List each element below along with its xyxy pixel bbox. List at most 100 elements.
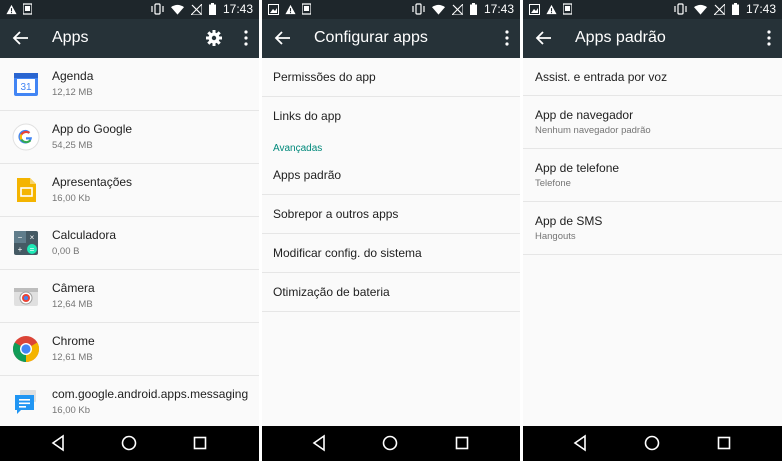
status-bar: 17:43 (523, 0, 782, 19)
no-signal-icon (451, 3, 463, 15)
app-item-calculadora[interactable]: − × + = Calculadora 0,00 B (0, 217, 259, 270)
wifi-icon (170, 4, 184, 15)
app-size: 16,00 Kb (52, 405, 91, 416)
more-options-icon[interactable] (504, 29, 510, 47)
app-size: 16,00 Kb (52, 193, 91, 204)
section-header-advanced: Avançadas (262, 136, 520, 156)
nav-back-icon[interactable] (571, 434, 589, 452)
app-item-camera[interactable]: Câmera 12,64 MB (0, 270, 259, 323)
calculator-icon: − × + = (14, 231, 38, 255)
warning-icon (546, 4, 557, 14)
item-value: Hangouts (535, 231, 576, 242)
nav-recents-icon[interactable] (191, 434, 209, 452)
item-assist-voice-input[interactable]: Assist. e entrada por voz (523, 58, 782, 96)
item-label: App de navegador (535, 108, 634, 122)
calendar-icon: 31 (14, 73, 38, 96)
nav-bar (0, 426, 259, 461)
item-label: Links do app (273, 109, 342, 123)
default-apps-list: Assist. e entrada por voz App de navegad… (523, 58, 782, 426)
battery-icon (208, 3, 216, 15)
page-title: Configurar apps (314, 29, 428, 46)
warning-icon (285, 4, 296, 14)
item-phone-app[interactable]: App de telefone Telefone (523, 149, 782, 202)
wifi-icon (431, 4, 445, 15)
back-arrow-icon[interactable] (274, 29, 292, 47)
item-modify-system-settings[interactable]: Modificar config. do sistema (262, 234, 520, 273)
item-browser-app[interactable]: App de navegador Nenhum navegador padrão (523, 96, 782, 149)
more-options-icon[interactable] (243, 29, 249, 47)
app-name: Câmera (52, 281, 95, 295)
item-label: Otimização de bateria (273, 285, 390, 299)
item-value: Telefone (535, 178, 571, 189)
app-size: 0,00 B (52, 246, 80, 257)
battery-icon (469, 3, 477, 15)
wifi-icon (693, 4, 707, 15)
app-item-messaging[interactable]: com.google.android.apps.messaging 16,00 … (0, 376, 259, 426)
app-size: 54,25 MB (52, 140, 93, 151)
image-icon (268, 3, 279, 15)
app-name: Agenda (52, 69, 94, 83)
more-options-icon[interactable] (766, 29, 772, 47)
item-label: Assist. e entrada por voz (535, 70, 668, 84)
nav-recents-icon[interactable] (715, 434, 733, 452)
item-default-apps[interactable]: Apps padrão (262, 156, 520, 195)
nav-back-icon[interactable] (310, 434, 328, 452)
google-icon (12, 123, 40, 151)
nav-back-icon[interactable] (49, 434, 67, 452)
nav-home-icon[interactable] (120, 434, 138, 452)
app-item-google[interactable]: App do Google 54,25 MB (0, 111, 259, 164)
app-item-chrome[interactable]: Chrome 12,61 MB (0, 323, 259, 376)
settings-list: Permissões do app Links do app Avançadas… (262, 58, 520, 426)
item-draw-over-apps[interactable]: Sobrepor a outros apps (262, 195, 520, 234)
vibrate-icon (151, 3, 164, 15)
app-name: App do Google (52, 122, 133, 136)
app-name: Apresentações (52, 175, 133, 189)
app-bar: Configurar apps (262, 19, 520, 58)
app-bar: Apps padrão (523, 19, 782, 58)
no-signal-icon (190, 3, 202, 15)
svg-text:+: + (18, 245, 23, 254)
back-arrow-icon[interactable] (12, 29, 30, 47)
item-app-permissions[interactable]: Permissões do app (262, 58, 520, 97)
item-app-links[interactable]: Links do app (262, 97, 520, 136)
sd-card-icon (563, 3, 572, 15)
nav-home-icon[interactable] (381, 434, 399, 452)
item-battery-optimization[interactable]: Otimização de bateria (262, 273, 520, 312)
item-label: Sobrepor a outros apps (273, 207, 399, 221)
item-label: Modificar config. do sistema (273, 246, 422, 260)
nav-home-icon[interactable] (643, 434, 661, 452)
item-label: Permissões do app (273, 70, 376, 84)
nav-recents-icon[interactable] (453, 434, 471, 452)
nav-bar (262, 426, 520, 461)
status-time: 17:43 (483, 2, 514, 16)
status-bar: 17:43 (262, 0, 520, 19)
section-label: Avançadas (273, 143, 323, 154)
nav-bar (523, 426, 782, 461)
messaging-icon (15, 390, 36, 414)
status-time: 17:43 (222, 2, 253, 16)
app-name: Calculadora (52, 228, 117, 242)
svg-text:−: − (18, 233, 23, 242)
vibrate-icon (412, 3, 425, 15)
status-bar: 17:43 (0, 0, 259, 19)
sd-card-icon (302, 3, 311, 15)
item-label: App de telefone (535, 161, 620, 175)
svg-text:=: = (30, 245, 35, 254)
svg-text:×: × (30, 233, 35, 242)
svg-text:31: 31 (20, 82, 32, 93)
back-arrow-icon[interactable] (535, 29, 553, 47)
app-list: 31 Agenda 12,12 MB App do Google 54,25 M… (0, 58, 259, 426)
vibrate-icon (674, 3, 687, 15)
app-size: 12,64 MB (52, 299, 93, 310)
sd-card-icon (23, 3, 32, 15)
app-bar: Apps (0, 19, 259, 58)
image-icon (529, 3, 540, 15)
item-sms-app[interactable]: App de SMS Hangouts (523, 202, 782, 255)
default-apps-screen: 17:43 Apps padrão Assist. e entrada por … (523, 0, 782, 461)
battery-icon (731, 3, 739, 15)
app-size: 12,12 MB (52, 87, 93, 98)
gear-icon[interactable] (205, 29, 223, 47)
app-item-apresentacoes[interactable]: Apresentações 16,00 Kb (0, 164, 259, 217)
app-item-agenda[interactable]: 31 Agenda 12,12 MB (0, 58, 259, 111)
item-value: Nenhum navegador padrão (535, 125, 651, 136)
